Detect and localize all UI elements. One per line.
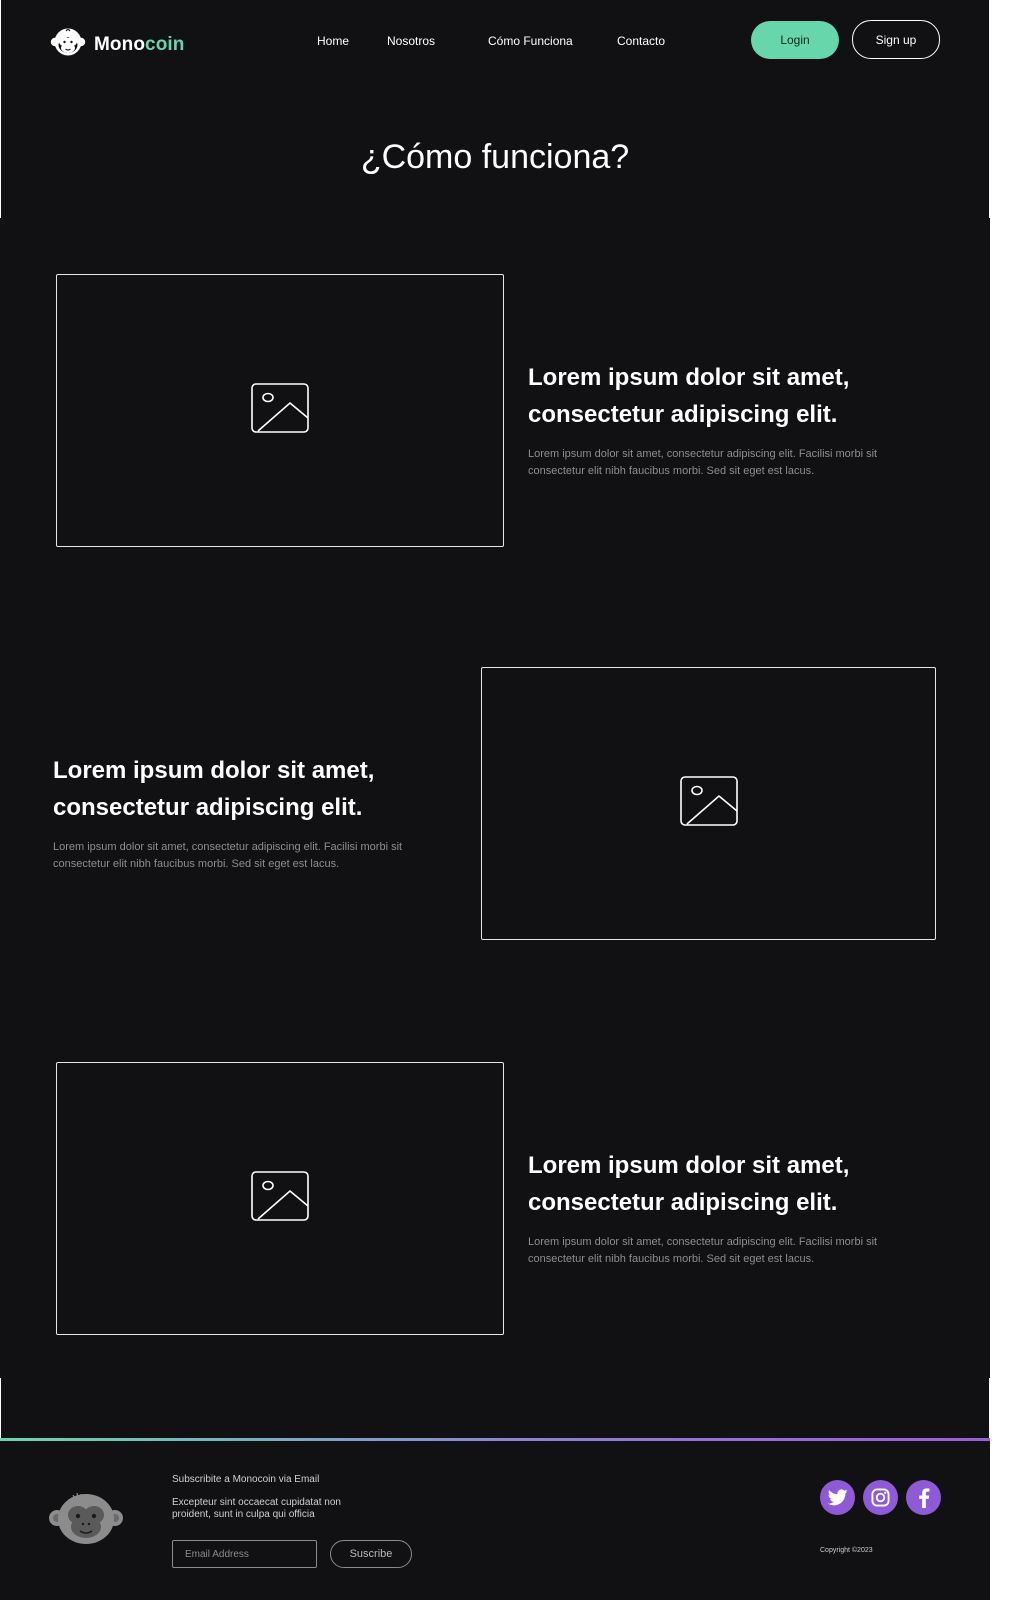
feature-description: Lorem ipsum dolor sit amet, consectetur … [528, 1236, 878, 1265]
nav-nosotros[interactable]: Nosotros [387, 34, 435, 48]
edge-line [989, 1378, 990, 1438]
subscribe-title: Subscribite a Monocoin via Email [172, 1474, 320, 1485]
subscribe-button[interactable]: Suscribe [330, 1540, 412, 1568]
feature-heading: Lorem ipsum dolor sit amet, consectetur … [528, 1152, 850, 1216]
feature-text-1: Lorem ipsum dolor sit amet, consectetur … [528, 359, 918, 480]
twitter-icon[interactable] [820, 1480, 855, 1515]
page: Monocoin Home Nosotros Cómo Funciona Con… [0, 0, 990, 1600]
page-title: ¿Cómo funciona? [360, 138, 630, 176]
feature-heading: Lorem ipsum dolor sit amet, consectetur … [528, 364, 850, 428]
edge-line [0, 0, 1, 218]
feature-image-3 [56, 1062, 504, 1335]
copyright-text: Copyright ©2023 [820, 1547, 873, 1554]
edge-line [989, 0, 990, 218]
image-placeholder-icon [251, 1171, 309, 1226]
feature-text-3: Lorem ipsum dolor sit amet, consectetur … [528, 1147, 918, 1268]
instagram-icon[interactable] [863, 1480, 898, 1515]
image-placeholder-icon [251, 383, 309, 438]
feature-description: Lorem ipsum dolor sit amet, consectetur … [53, 841, 403, 870]
feature-image-1 [56, 274, 504, 547]
feature-image-2 [481, 667, 936, 940]
footer-gradient-divider [0, 1438, 990, 1441]
feature-description: Lorem ipsum dolor sit amet, consectetur … [528, 448, 878, 477]
subscribe-text: Excepteur sint occaecat cupidatat non pr… [172, 1497, 341, 1520]
feature-heading: Lorem ipsum dolor sit amet, consectetur … [53, 757, 375, 821]
feature-text-2: Lorem ipsum dolor sit amet, consectetur … [53, 752, 443, 873]
nav-como-funciona[interactable]: Cómo Funciona [488, 34, 573, 48]
email-input[interactable] [172, 1540, 317, 1568]
nav-contacto[interactable]: Contacto [617, 34, 665, 48]
main-nav: Home Nosotros Cómo Funciona Contacto [0, 34, 990, 52]
login-button[interactable]: Login [751, 21, 839, 59]
footer-monkey-icon [47, 1490, 125, 1551]
edge-line [0, 1378, 1, 1438]
signup-button[interactable]: Sign up [852, 20, 940, 59]
facebook-icon[interactable] [906, 1480, 941, 1515]
image-placeholder-icon [679, 776, 738, 831]
nav-home[interactable]: Home [317, 34, 349, 48]
